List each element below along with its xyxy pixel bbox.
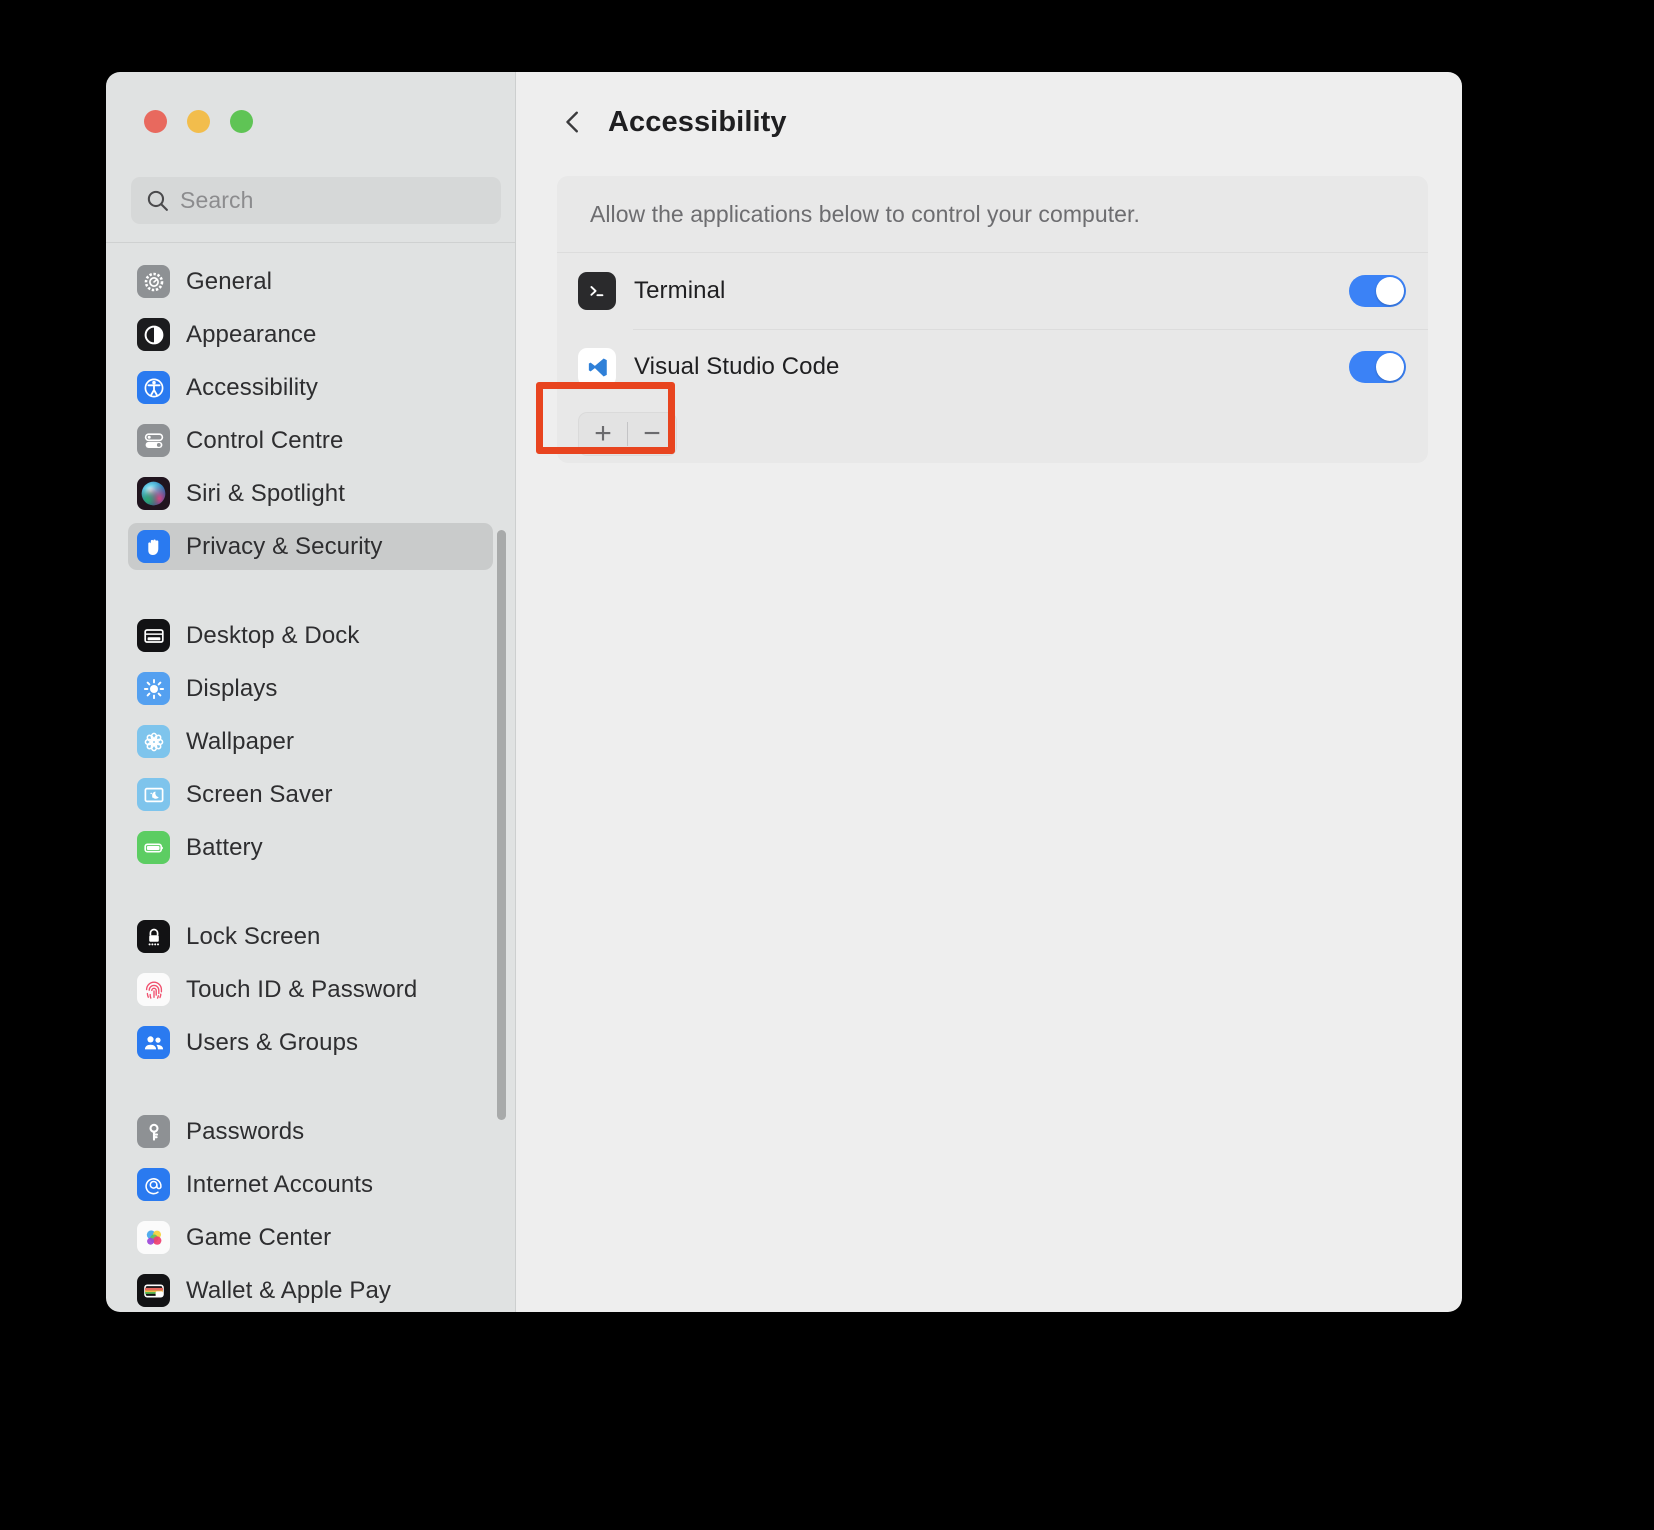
appearance-icon [137, 318, 170, 351]
search-field[interactable]: Search [131, 177, 501, 224]
sidebar-item-label: Internet Accounts [186, 1170, 374, 1198]
sidebar-group-3: Lock Screen Touch ID & Password Users & … [106, 913, 515, 1066]
sidebar-item-control-centre[interactable]: Control Centre [128, 417, 493, 464]
sidebar-item-label: Displays [186, 674, 278, 702]
sidebar-item-label: Battery [186, 833, 263, 861]
siri-icon [137, 477, 170, 510]
control-centre-icon [137, 424, 170, 457]
sidebar-item-label: Siri & Spotlight [186, 479, 346, 507]
terminal-icon [578, 272, 616, 310]
sidebar-item-wallpaper[interactable]: Wallpaper [128, 718, 493, 765]
passwords-key-icon [137, 1115, 170, 1148]
toggle-knob [1376, 277, 1404, 305]
search-box[interactable]: Search [131, 177, 501, 224]
sidebar-item-label: General [186, 267, 273, 295]
sidebar-item-general[interactable]: General [128, 258, 493, 305]
main-pane: Accessibility Allow the applications bel… [515, 72, 1462, 1312]
sidebar-item-label: Wallet & Apple Pay [186, 1276, 392, 1304]
terminal-permission-toggle[interactable] [1349, 275, 1406, 307]
search-placeholder: Search [180, 187, 254, 213]
wallpaper-icon [137, 725, 170, 758]
close-button[interactable] [144, 110, 167, 133]
sidebar-item-battery[interactable]: Battery [128, 824, 493, 871]
sidebar-group-1: General Appearance Accessibility Control… [106, 258, 515, 570]
sidebar-item-lock-screen[interactable]: Lock Screen [128, 913, 493, 960]
displays-icon [137, 672, 170, 705]
sidebar-item-label: Wallpaper [186, 727, 295, 755]
back-button[interactable] [556, 105, 590, 139]
sidebar-item-passwords[interactable]: Passwords [128, 1108, 493, 1155]
sidebar-item-game-center[interactable]: Game Center [128, 1214, 493, 1261]
app-name: Visual Studio Code [634, 353, 840, 380]
sidebar-divider [106, 242, 515, 243]
sidebar-group-4: Passwords Internet Accounts Game Center … [106, 1108, 515, 1312]
app-name: Terminal [634, 277, 726, 304]
sidebar-item-label: Touch ID & Password [186, 975, 418, 1003]
touch-id-icon [137, 973, 170, 1006]
add-application-button[interactable]: + [579, 413, 627, 455]
sidebar-item-privacy-security[interactable]: Privacy & Security [128, 523, 493, 570]
sidebar-group-2: Desktop & Dock Displays Wallpaper Screen… [106, 612, 515, 871]
sidebar-item-label: Lock Screen [186, 922, 321, 950]
toggle-knob [1376, 353, 1404, 381]
page-title: Accessibility [608, 105, 787, 138]
sidebar-item-screen-saver[interactable]: Screen Saver [128, 771, 493, 818]
sidebar-item-accessibility[interactable]: Accessibility [128, 364, 493, 411]
sidebar-item-label: Accessibility [186, 373, 318, 401]
sidebar-item-label: Users & Groups [186, 1028, 359, 1056]
sidebar-item-users-groups[interactable]: Users & Groups [128, 1019, 493, 1066]
system-settings-window: Search General Appearance Accessibility … [106, 72, 1462, 1312]
main-header: Accessibility [516, 72, 1462, 139]
add-remove-segmented-control[interactable]: + − [579, 413, 676, 455]
lock-screen-icon [137, 920, 170, 953]
minimize-button[interactable] [187, 110, 210, 133]
permissions-description: Allow the applications below to control … [557, 176, 1428, 253]
sidebar-nav: General Appearance Accessibility Control… [106, 250, 515, 1312]
battery-icon [137, 831, 170, 864]
sidebar-item-label: Control Centre [186, 426, 344, 454]
sidebar-item-label: Screen Saver [186, 780, 333, 808]
sidebar-item-label: Passwords [186, 1117, 305, 1145]
permissions-card: Allow the applications below to control … [557, 176, 1428, 463]
vscode-icon [578, 348, 616, 386]
desktop-dock-icon [137, 619, 170, 652]
sidebar-item-label: Desktop & Dock [186, 621, 360, 649]
traffic-lights [144, 110, 253, 133]
sidebar-item-wallet-apple-pay[interactable]: Wallet & Apple Pay [128, 1267, 493, 1312]
sidebar-item-siri-spotlight[interactable]: Siri & Spotlight [128, 470, 493, 517]
sidebar-item-displays[interactable]: Displays [128, 665, 493, 712]
sidebar-item-label: Privacy & Security [186, 532, 383, 560]
zoom-button[interactable] [230, 110, 253, 133]
sidebar-item-label: Game Center [186, 1223, 332, 1251]
screen-saver-icon [137, 778, 170, 811]
game-center-icon [137, 1221, 170, 1254]
table-row[interactable]: Terminal [557, 253, 1428, 329]
internet-accounts-icon [137, 1168, 170, 1201]
search-icon [145, 188, 170, 213]
table-row[interactable]: Visual Studio Code [557, 329, 1428, 405]
wallet-icon [137, 1274, 170, 1307]
remove-application-button[interactable]: − [628, 413, 676, 455]
privacy-hand-icon [137, 530, 170, 563]
sidebar-scrollbar[interactable] [497, 530, 506, 1120]
card-footer: + − [557, 405, 1428, 463]
sidebar-item-desktop-dock[interactable]: Desktop & Dock [128, 612, 493, 659]
sidebar-item-appearance[interactable]: Appearance [128, 311, 493, 358]
accessibility-icon [137, 371, 170, 404]
sidebar-item-touch-id-password[interactable]: Touch ID & Password [128, 966, 493, 1013]
sidebar: Search General Appearance Accessibility … [106, 72, 515, 1312]
sidebar-item-internet-accounts[interactable]: Internet Accounts [128, 1161, 493, 1208]
users-groups-icon [137, 1026, 170, 1059]
screen: Search General Appearance Accessibility … [0, 0, 1654, 1530]
gear-icon [137, 265, 170, 298]
vscode-permission-toggle[interactable] [1349, 351, 1406, 383]
sidebar-item-label: Appearance [186, 320, 317, 348]
